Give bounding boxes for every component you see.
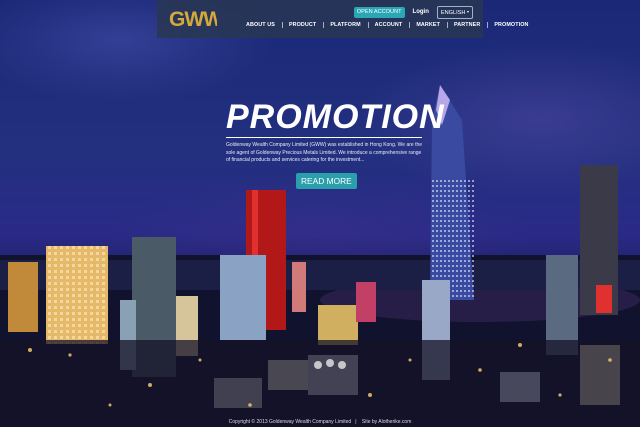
city-skyline-background	[0, 0, 640, 427]
main-navigation: ABOUT US PRODUCT PLATFORM ACCOUNT MARKET…	[239, 20, 536, 30]
hero-divider	[226, 137, 422, 138]
copyright-text: Copyright © 2013 Goldenway Wealth Compan…	[228, 419, 352, 425]
site-logo[interactable]: GWW	[169, 6, 224, 31]
hero-section: PROMOTION Goldenway Wealth Company Limit…	[226, 98, 445, 189]
nav-partner[interactable]: PARTNER	[446, 21, 487, 29]
chevron-down-icon: ▾	[466, 8, 469, 14]
site-credit-link[interactable]: Site by Alotherike.com	[358, 419, 415, 425]
svg-text:GWW: GWW	[169, 8, 217, 30]
gww-logo-icon: GWW	[169, 8, 224, 31]
nav-promotion[interactable]: PROMOTION	[487, 21, 535, 29]
hero-description: Goldenway Wealth Company Limited (GWW) w…	[226, 142, 423, 163]
hero-title: PROMOTION	[226, 98, 445, 136]
open-account-button[interactable]: OPEN ACCOUNT	[353, 6, 405, 18]
nav-market[interactable]: MARKET	[409, 21, 447, 29]
skyline-illustration	[0, 85, 640, 427]
nav-about-us[interactable]: ABOUT US	[239, 21, 282, 29]
login-link[interactable]: Login	[409, 8, 433, 16]
header-actions: OPEN ACCOUNT Login ENGLISH ▾	[353, 5, 473, 19]
read-more-button[interactable]: READ MORE	[296, 173, 357, 189]
site-header: GWW OPEN ACCOUNT Login ENGLISH ▾ ABOUT U…	[157, 0, 528, 38]
language-selector[interactable]: ENGLISH ▾	[436, 5, 473, 19]
nav-account[interactable]: ACCOUNT	[367, 21, 410, 29]
nav-product[interactable]: PRODUCT	[281, 21, 323, 29]
nav-platform[interactable]: PLATFORM	[323, 21, 367, 29]
language-label: ENGLISH	[440, 9, 466, 16]
site-footer: Copyright © 2013 Goldenway Wealth Compan…	[0, 419, 640, 425]
